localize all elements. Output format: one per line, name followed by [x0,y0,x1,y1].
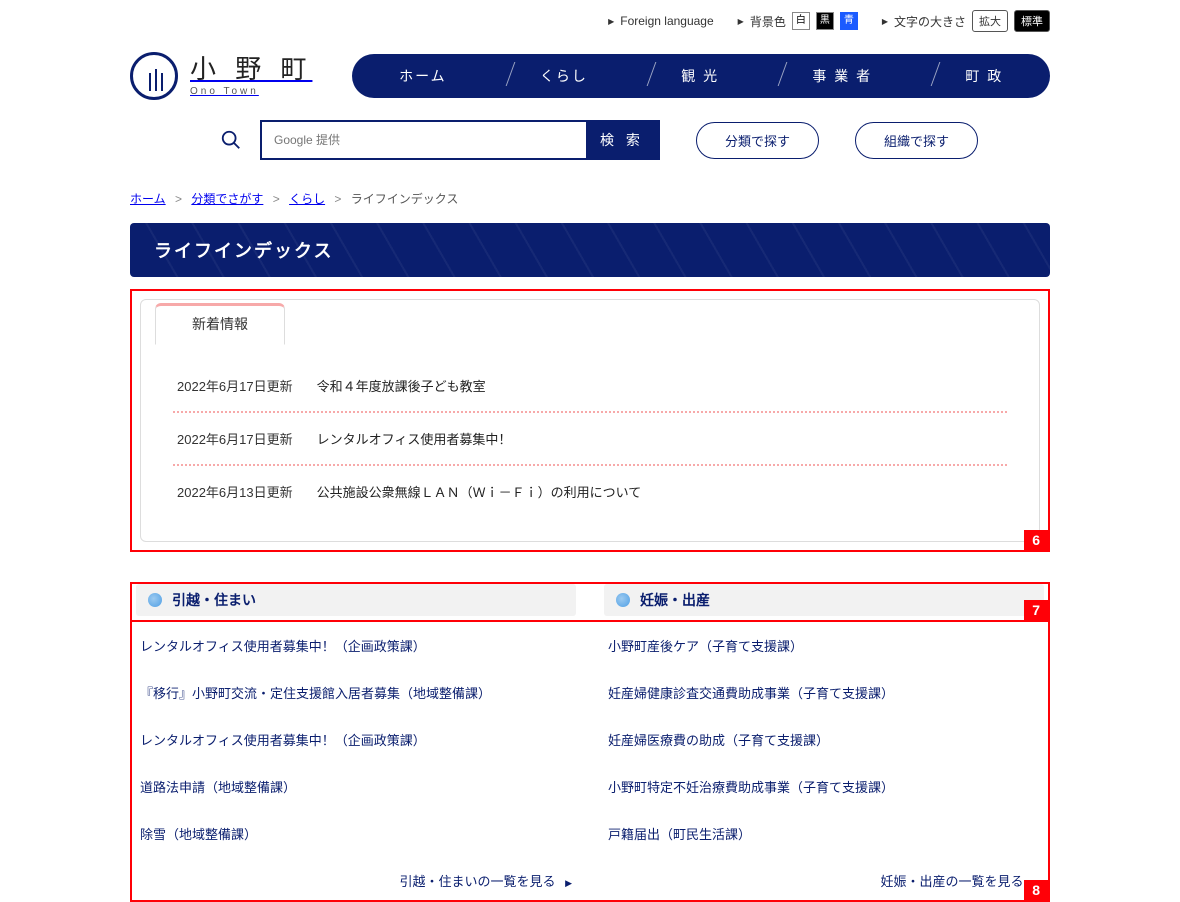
annotation-box-6: 新着情報 2022年6月17日更新 令和４年度放課後子ども教室 2022年6月1… [130,289,1050,552]
bullet-icon [148,593,162,607]
bg-white-button[interactable]: 白 [792,12,810,30]
news-item[interactable]: 2022年6月17日更新 レンタルオフィス使用者募集中！ [173,411,1007,464]
foreign-language-label: Foreign language [620,14,713,28]
search-by-category-button[interactable]: 分類で探す [696,122,819,159]
background-color-switcher: ▶ 背景色 白 黒 青 [738,12,858,30]
caret-right-icon: ▶ [565,878,572,888]
logo-en: Ono Town [190,86,312,98]
nav-business[interactable]: 事 業 者 [784,66,900,86]
search-row: 検 索 分類で探す 組織で探す [0,100,1180,170]
category-link[interactable]: 妊産婦健康診査交通費助成事業（子育て支援課） [604,669,1044,716]
breadcrumb-current: ライフインデックス [351,192,459,206]
page-title: ライフインデックス [130,223,1050,277]
news-date: 2022年6月17日更新 [177,429,293,448]
site-logo[interactable]: 小 野 町 Ono Town [130,52,312,100]
category-column-moving: レンタルオフィス使用者募集中！（企画政策課） 『移行』小野町交流・定住支援館入居… [136,622,576,894]
category-link[interactable]: 小野町特定不妊治療費助成事業（子育て支援課） [604,763,1044,810]
caret-right-icon: ▶ [882,17,888,26]
search-input[interactable] [262,122,586,158]
news-item[interactable]: 2022年6月13日更新 公共施設公衆無線ＬＡＮ（Ｗｉ－Ｆｉ）の利用について [173,464,1007,517]
logo-text: 小 野 町 Ono Town [190,54,312,97]
top-utility-bar: ▶ Foreign language ▶ 背景色 白 黒 青 ▶ 文字の大きさ … [0,0,1180,42]
search-button[interactable]: 検 索 [586,122,658,158]
category-link[interactable]: レンタルオフィス使用者募集中！（企画政策課） [136,622,576,669]
more-link-label: 引越・住まいの一覧を見る [399,874,555,889]
news-card: 新着情報 2022年6月17日更新 令和４年度放課後子ども教室 2022年6月1… [140,299,1040,542]
search-icon [220,129,242,151]
category-title: 妊娠・出産 [640,590,710,610]
category-link[interactable]: 妊産婦医療費の助成（子育て支援課） [604,716,1044,763]
text-normal-button[interactable]: 標準 [1014,10,1050,32]
category-link[interactable]: レンタルオフィス使用者募集中！（企画政策課） [136,716,576,763]
category-link[interactable]: 除雪（地域整備課） [136,810,576,857]
foreign-language-link[interactable]: ▶ Foreign language [608,14,714,28]
bg-label: 背景色 [750,13,786,30]
text-size-switcher: ▶ 文字の大きさ 拡大 標準 [882,10,1050,32]
news-item[interactable]: 2022年6月17日更新 令和４年度放課後子ども教室 [173,360,1007,411]
breadcrumb-home[interactable]: ホーム [130,192,166,206]
category-link[interactable]: 『移行』小野町交流・定住支援館入居者募集（地域整備課） [136,669,576,716]
news-date: 2022年6月13日更新 [177,482,293,501]
annotation-badge: 6 [1024,530,1048,550]
annotation-box-8: レンタルオフィス使用者募集中！（企画政策課） 『移行』小野町交流・定住支援館入居… [130,622,1050,902]
bullet-icon [616,593,630,607]
category-more-pregnancy[interactable]: 妊娠・出産の一覧を見る ▶ [604,857,1044,894]
category-heading-pregnancy[interactable]: 妊娠・出産 [604,584,1044,616]
breadcrumb-living[interactable]: くらし [289,192,325,206]
category-heading-moving[interactable]: 引越・住まい [136,584,576,616]
header: 小 野 町 Ono Town ホーム くらし 観 光 事 業 者 町 政 [0,52,1180,100]
news-title: 公共施設公衆無線ＬＡＮ（Ｗｉ－Ｆｉ）の利用について [317,482,642,501]
caret-right-icon: ▶ [608,17,614,26]
category-title: 引越・住まい [172,590,256,610]
annotation-badge: 7 [1024,600,1048,620]
text-size-label: 文字の大きさ [894,13,966,30]
more-link-label: 妊娠・出産の一覧を見る [880,874,1023,889]
news-title: 令和４年度放課後子ども教室 [317,376,486,395]
breadcrumb-sep: > [175,192,182,206]
breadcrumb: ホーム > 分類でさがす > くらし > ライフインデックス [130,190,1050,207]
category-column-pregnancy: 小野町産後ケア（子育て支援課） 妊産婦健康診査交通費助成事業（子育て支援課） 妊… [604,622,1044,894]
nav-gov[interactable]: 町 政 [937,66,1031,86]
logo-icon [130,52,178,100]
breadcrumb-sep: > [273,192,280,206]
category-link[interactable]: 道路法申請（地域整備課） [136,763,576,810]
nav-tourism[interactable]: 観 光 [653,66,747,86]
news-list: 2022年6月17日更新 令和４年度放課後子ども教室 2022年6月17日更新 … [155,346,1025,517]
category-link[interactable]: 戸籍届出（町民生活課） [604,810,1044,857]
logo-jp: 小 野 町 [190,54,312,85]
annotation-badge: 8 [1024,880,1048,900]
bg-black-button[interactable]: 黒 [816,12,834,30]
news-title: レンタルオフィス使用者募集中！ [317,429,512,448]
nav-home[interactable]: ホーム [371,66,475,86]
search-box: 検 索 [260,120,660,160]
annotation-box-7: 引越・住まい 妊娠・出産 7 [130,582,1050,622]
category-link[interactable]: 小野町産後ケア（子育て支援課） [604,622,1044,669]
search-by-org-button[interactable]: 組織で探す [855,122,978,159]
text-large-button[interactable]: 拡大 [972,10,1008,32]
breadcrumb-by-category[interactable]: 分類でさがす [191,192,263,206]
news-tab[interactable]: 新着情報 [155,303,285,345]
news-date: 2022年6月17日更新 [177,376,293,395]
nav-living[interactable]: くらし [512,66,616,86]
caret-right-icon: ▶ [738,17,744,26]
bg-blue-button[interactable]: 青 [840,12,858,30]
breadcrumb-sep: > [334,192,341,206]
category-more-moving[interactable]: 引越・住まいの一覧を見る ▶ [136,857,576,894]
main-nav: ホーム くらし 観 光 事 業 者 町 政 [352,54,1050,98]
